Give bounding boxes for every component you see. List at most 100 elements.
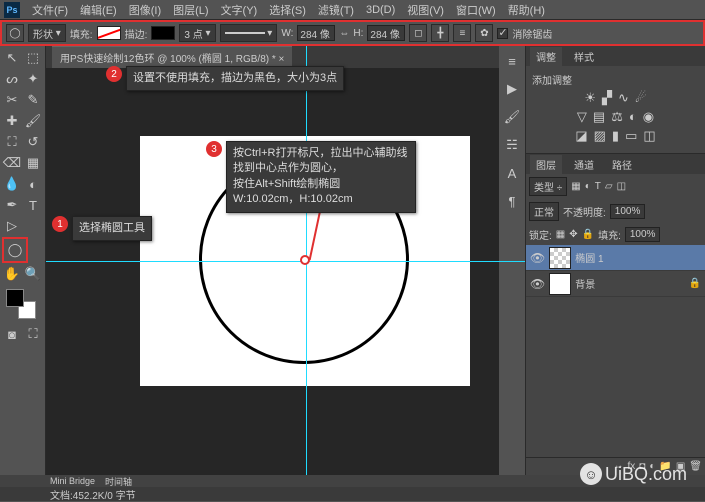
adj-brightness-icon[interactable]: ☀	[584, 90, 596, 106]
filter-kind[interactable]: 类型 ÷	[529, 177, 567, 196]
blend-mode[interactable]: 正常	[529, 202, 559, 221]
layer-name[interactable]: 椭圆 1	[575, 250, 603, 265]
guide-horizontal[interactable]	[46, 261, 525, 262]
adj-map-icon[interactable]: ▭	[625, 128, 637, 144]
link-icon[interactable]: ⇔	[339, 28, 349, 39]
blur-tool[interactable]: 💧	[2, 174, 22, 194]
screenmode-icon[interactable]: ⛶	[23, 324, 43, 344]
opacity-value[interactable]: 100%	[610, 204, 646, 219]
callout-2: 2 设置不使用填充，描边为黑色，大小为3点	[106, 66, 344, 91]
antialias-check[interactable]	[497, 28, 508, 39]
quickmask-icon[interactable]: ◙	[2, 324, 22, 344]
adj-vibrance-icon[interactable]: ▽	[577, 109, 587, 125]
path-ops-icon[interactable]: ◻	[409, 24, 427, 42]
ellipse-tool[interactable]: ◯	[5, 240, 25, 260]
adj-levels-icon[interactable]: ▞	[602, 90, 612, 106]
menu-window[interactable]: 窗口(W)	[450, 0, 502, 20]
visibility-icon[interactable]: 👁	[530, 251, 545, 265]
tool-preset-icon[interactable]: ◯	[6, 24, 24, 42]
history-brush[interactable]: ↺	[23, 132, 43, 152]
brush-panel-icon[interactable]: 🖌	[503, 108, 521, 126]
fill-swatch[interactable]	[97, 26, 121, 40]
crop-tool[interactable]: ✂	[2, 90, 22, 110]
stroke-swatch[interactable]	[151, 26, 175, 40]
adj-balance-icon[interactable]: ⚖	[611, 109, 623, 125]
layer-thumb[interactable]	[549, 273, 571, 295]
adj-photo-icon[interactable]: ◉	[643, 109, 654, 125]
channels-tab[interactable]: 通道	[568, 155, 600, 174]
para-icon[interactable]: ¶	[503, 192, 521, 210]
wand-tool[interactable]: ✦	[23, 69, 43, 89]
menu-help[interactable]: 帮助(H)	[502, 0, 551, 20]
shape-mode-select[interactable]: 形状 ▾	[28, 24, 66, 42]
artboard-tool[interactable]: ⬚	[23, 48, 43, 68]
adj-threshold-icon[interactable]: ▮	[612, 128, 619, 144]
adj-poster-icon[interactable]: ▨	[594, 128, 606, 144]
filter-type-icon[interactable]: T	[595, 181, 601, 192]
adj-bw-icon[interactable]: ◐	[629, 109, 637, 125]
healing-tool[interactable]: ✚	[2, 111, 22, 131]
width-input[interactable]	[297, 25, 335, 41]
adj-invert-icon[interactable]: ◪	[575, 128, 587, 144]
fill-value[interactable]: 100%	[625, 227, 661, 242]
menu-image[interactable]: 图像(I)	[123, 0, 167, 20]
minibridge-tab[interactable]: Mini Bridge	[50, 476, 95, 486]
lock-position-icon[interactable]: ✥	[569, 229, 577, 240]
adj-curves-icon[interactable]: ∿	[618, 90, 629, 106]
gear-icon[interactable]: ✿	[475, 24, 493, 42]
height-input[interactable]	[367, 25, 405, 41]
stroke-width[interactable]: 3 点 ▾	[179, 24, 215, 42]
stroke-style[interactable]: ▾	[220, 24, 278, 42]
filter-smart-icon[interactable]: ◫	[617, 181, 626, 192]
menu-view[interactable]: 视图(V)	[401, 0, 450, 20]
layer-name[interactable]: 背景	[575, 276, 595, 291]
type-tool[interactable]: T	[23, 195, 43, 215]
filter-pixel-icon[interactable]: ▦	[571, 181, 580, 192]
pen-tool[interactable]: ✒	[2, 195, 22, 215]
callout-1-text: 选择椭圆工具	[72, 216, 152, 241]
menu-layer[interactable]: 图层(L)	[167, 0, 214, 20]
color-swatches[interactable]	[6, 289, 36, 319]
menu-file[interactable]: 文件(F)	[26, 0, 74, 20]
layer-row-bg[interactable]: 👁 背景 🔒	[526, 271, 705, 297]
eyedropper-tool[interactable]: ✎	[23, 90, 43, 110]
layer-thumb[interactable]	[549, 247, 571, 269]
menu-3d[interactable]: 3D(D)	[360, 2, 401, 18]
brush-tool[interactable]: 🖌	[23, 111, 43, 131]
trash-icon[interactable]: 🗑	[689, 461, 702, 472]
adj-hue-icon[interactable]: ▤	[593, 109, 605, 125]
menu-edit[interactable]: 编辑(E)	[74, 0, 123, 20]
hand-tool[interactable]: ✋	[2, 264, 22, 284]
stamp-tool[interactable]: ⛶	[2, 132, 22, 152]
filter-shape-icon[interactable]: ▱	[605, 181, 613, 192]
lasso-tool[interactable]: ᔕ	[2, 69, 22, 89]
menu-filter[interactable]: 滤镜(T)	[312, 0, 360, 20]
document-tab[interactable]: 用PS快速绘制12色环 @ 100% (椭圆 1, RGB/8) * ×	[52, 46, 292, 68]
layer-row-ellipse[interactable]: 👁 椭圆 1	[526, 245, 705, 271]
adjustments-tab[interactable]: 调整	[530, 47, 562, 66]
visibility-icon[interactable]: 👁	[530, 277, 545, 291]
zoom-tool[interactable]: 🔍	[23, 264, 43, 284]
move-tool[interactable]: ↖	[2, 48, 22, 68]
align-icon[interactable]: ╋	[431, 24, 449, 42]
lock-pixels-icon[interactable]: ▦	[556, 229, 565, 240]
brush-presets-icon[interactable]: ☵	[503, 136, 521, 154]
lock-all-icon[interactable]: 🔒	[582, 229, 594, 240]
watermark-icon: ☺	[580, 463, 602, 485]
history-icon[interactable]: ≡	[503, 52, 521, 70]
arrange-icon[interactable]: ≡	[453, 24, 471, 42]
menu-type[interactable]: 文字(Y)	[215, 0, 264, 20]
play-icon[interactable]: ▶	[503, 80, 521, 98]
char-icon[interactable]: A	[503, 164, 521, 182]
path-tool[interactable]: ▷	[2, 216, 22, 236]
eraser-tool[interactable]: ⌫	[2, 153, 22, 173]
menu-select[interactable]: 选择(S)	[263, 0, 312, 20]
adj-selective-icon[interactable]: ◫	[643, 128, 655, 144]
adj-exposure-icon[interactable]: ☄	[635, 90, 647, 106]
layers-tab[interactable]: 图层	[530, 155, 562, 174]
paths-tab[interactable]: 路径	[606, 155, 638, 174]
styles-tab[interactable]: 样式	[568, 47, 600, 66]
gradient-tool[interactable]: ▦	[23, 153, 43, 173]
filter-adj-icon[interactable]: ◐	[585, 181, 591, 192]
dodge-tool[interactable]: ◐	[23, 174, 43, 194]
